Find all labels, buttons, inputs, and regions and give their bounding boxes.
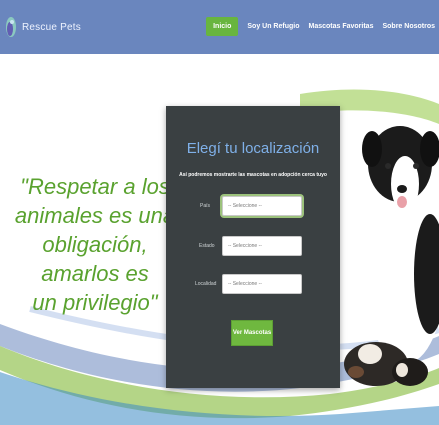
nav-item-mascotas-favoritas[interactable]: Mascotas Favoritas (309, 23, 374, 30)
state-select[interactable]: -- Seleccione -- (222, 236, 302, 256)
nav-item-sobre-nosotros[interactable]: Sobre Nosotros (382, 23, 435, 30)
hero-quote: "Respetar a los animales es una obligaci… (6, 172, 184, 317)
paw-logo-icon (6, 17, 16, 37)
form-title: Elegí tu localización (186, 140, 320, 157)
brand[interactable]: Rescue Pets (4, 14, 81, 40)
quote-line: animales es una (14, 203, 176, 228)
country-label: País (200, 203, 211, 209)
country-select[interactable]: -- Seleccione -- (222, 196, 302, 216)
nav-menu: Inicio Soy Un Refugio Mascotas Favoritas… (206, 17, 435, 36)
quote-line: un privilegio" (32, 290, 158, 315)
form-subtitle: Así podremos mostrarte las mascotas en a… (179, 172, 327, 178)
quote-line: obligación, amarlos es (41, 232, 149, 286)
state-label: Estado (199, 243, 215, 249)
nav-item-inicio[interactable]: Inicio (206, 17, 239, 36)
nav-item-soy-un-refugio[interactable]: Soy Un Refugio (247, 23, 299, 30)
locality-select[interactable]: -- Seleccione -- (222, 274, 302, 294)
locality-label: Localidad (195, 281, 217, 287)
quote-line: "Respetar a los (20, 174, 170, 199)
brand-name: Rescue Pets (22, 21, 81, 33)
top-navbar: Rescue Pets Inicio Soy Un Refugio Mascot… (0, 0, 439, 54)
puppy-figure (362, 126, 439, 364)
location-form-panel: Elegí tu localización Así podremos mostr… (166, 106, 340, 388)
ver-mascotas-button[interactable]: Ver Mascotas (231, 320, 273, 346)
